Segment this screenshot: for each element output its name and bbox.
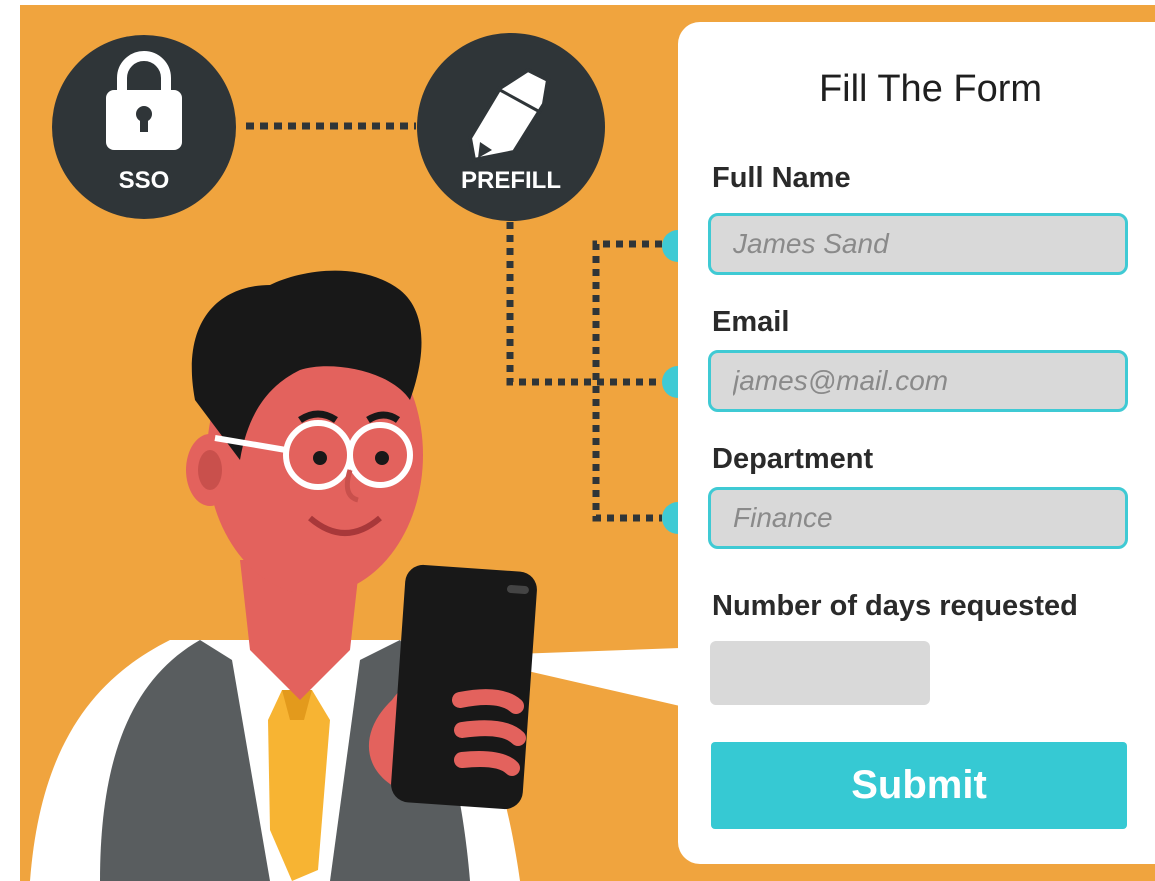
days-input[interactable]	[710, 641, 930, 705]
email-label: Email	[712, 306, 790, 338]
email-input[interactable]	[708, 350, 1128, 412]
man-illustration	[30, 270, 537, 881]
full-name-input[interactable]	[708, 213, 1128, 275]
sso-badge: SSO	[52, 35, 236, 219]
days-label: Number of days requested	[712, 590, 1078, 622]
prefill-badge: PREFILL	[417, 33, 605, 221]
full-name-label: Full Name	[712, 162, 851, 194]
form-title: Fill The Form	[818, 68, 1043, 110]
prefill-field-connectors	[506, 222, 662, 522]
sso-label: SSO	[119, 167, 170, 194]
department-input[interactable]	[708, 487, 1128, 549]
submit-button[interactable]: Submit	[711, 742, 1127, 829]
department-label: Department	[712, 443, 874, 475]
prefill-illustration: SSO PREFILL Fill The Form Full Name Jame…	[0, 0, 1155, 881]
prefill-label: PREFILL	[461, 167, 561, 194]
